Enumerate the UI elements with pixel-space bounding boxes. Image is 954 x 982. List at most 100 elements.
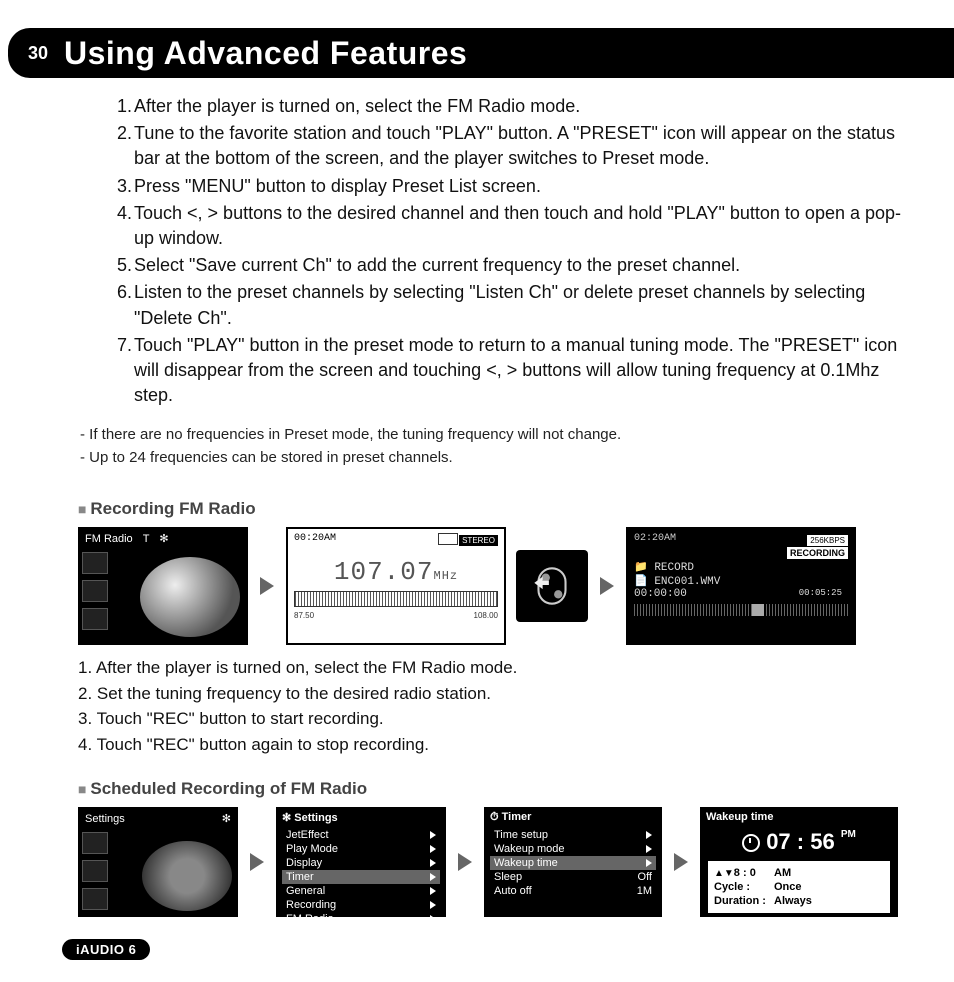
section-recording: Recording FM Radio FM Radio T ✻ 00:20AM [0, 499, 954, 917]
clock-time: 02:20AM [634, 533, 676, 544]
menu-item-label: Play Mode [286, 843, 338, 855]
rec-step-text: 3. Touch "REC" button to start recording… [78, 706, 906, 732]
rec-step-text: 4. Touch "REC" button again to stop reco… [78, 732, 906, 758]
recording-steps: 1. After the player is turned on, select… [78, 655, 906, 757]
satellite-dish-illustration [140, 557, 240, 637]
menu-header: Settings [294, 812, 337, 824]
wake-row-key: Duration : [714, 895, 774, 907]
page-number: 30 [18, 33, 58, 73]
chevron-right-icon [430, 859, 436, 867]
mic-icon [82, 832, 108, 854]
frequency-unit: MHz [434, 569, 459, 583]
wakeup-time-display: 07 : 56 PM [702, 825, 896, 859]
preset-step-text: Listen to the preset channels by selecti… [134, 280, 904, 330]
menu-item-label: Time setup [494, 829, 548, 841]
menu-item-label: Display [286, 857, 322, 869]
wake-row-val: AM [774, 867, 791, 879]
timer-icon: ⏱ [490, 811, 499, 823]
record-total: 00:05:25 [799, 588, 842, 598]
menu-item-label: Auto off [494, 885, 532, 897]
camera-icon [82, 580, 108, 602]
arrow-icon [674, 853, 688, 871]
notes: - If there are no frequencies in Preset … [70, 416, 904, 477]
screenshot-settings-home: Settings ✻ [78, 807, 238, 917]
record-elapsed: 00:00:00 [634, 588, 687, 600]
fm-radio-label: FM Radio [85, 533, 133, 545]
chevron-right-icon [430, 873, 436, 881]
headphone-icon [82, 608, 108, 630]
menu-item-value: Off [638, 871, 652, 883]
clock-icon [742, 834, 760, 852]
menu-item-value: 1M [637, 885, 652, 897]
text-icon: T [143, 533, 150, 545]
gear-icon: ✻ [159, 532, 168, 545]
scale-low: 87.50 [294, 611, 314, 620]
menu-header: Wakeup time [702, 809, 896, 825]
note-line: - Up to 24 frequencies can be stored in … [80, 447, 894, 470]
preset-steps: 1.After the player is turned on, select … [110, 94, 904, 408]
preset-step-text: Touch "PLAY" button in the preset mode t… [134, 333, 904, 409]
menu-item-label: Recording [286, 899, 336, 911]
screenshot-fm-tuning: 00:20AM STEREO 107.07MHz 87.50 108.00 [286, 527, 506, 645]
camera-icon [82, 860, 108, 882]
menu-item-label: JetEffect [286, 829, 329, 841]
preset-step-text: Press "MENU" button to display Preset Li… [134, 174, 904, 199]
chevron-right-icon [430, 831, 436, 839]
arrow-icon [260, 577, 274, 595]
gear-icon: ✻ [282, 812, 291, 824]
chevron-right-icon [646, 845, 652, 853]
scheduled-screenshots: Settings ✻ ✻ Settings JetEffect Play Mod… [78, 807, 906, 917]
section-title-recording: Recording FM Radio [78, 499, 906, 519]
menu-item-label: Sleep [494, 871, 522, 883]
arrow-icon [458, 853, 472, 871]
recording-screenshots: FM Radio T ✻ 00:20AM STEREO 107.07MHz [78, 527, 906, 645]
wake-row-val: Always [774, 895, 812, 907]
main-content: 1.After the player is turned on, select … [0, 78, 954, 477]
preset-step-text: After the player is turned on, select th… [134, 94, 904, 119]
page-title: Using Advanced Features [64, 35, 467, 72]
wake-row-key: 8 : 0 [734, 867, 756, 879]
preset-step-text: Touch <, > buttons to the desired channe… [134, 201, 904, 251]
record-progress [634, 604, 848, 616]
settings-label: Settings [85, 813, 125, 825]
wake-row-key: Cycle : [714, 881, 774, 893]
screenshot-timer-menu: ⏱ Timer Time setup Wakeup mode Wakeup ti… [484, 807, 662, 917]
menu-item-label: FM Radio [286, 913, 334, 925]
record-folder: 📁 RECORD [634, 560, 848, 574]
header-bar: 30 Using Advanced Features [8, 28, 954, 78]
menu-item-label: Wakeup time [494, 857, 558, 869]
screenshot-settings-menu: ✻ Settings JetEffect Play Mode Display T… [276, 807, 446, 917]
arrow-icon [600, 577, 614, 595]
stereo-badge: STEREO [459, 535, 498, 546]
scale-high: 108.00 [474, 611, 498, 620]
arrow-icon [250, 853, 264, 871]
section-title-scheduled: Scheduled Recording of FM Radio [78, 779, 906, 799]
gear-illustration [142, 841, 232, 911]
rec-step-text: 2. Set the tuning frequency to the desir… [78, 681, 906, 707]
frequency-value: 107.07 [334, 557, 434, 587]
preset-step-text: Select "Save current Ch" to add the curr… [134, 253, 904, 278]
touch-gesture-icon [516, 550, 588, 622]
rec-step-text: 1. After the player is turned on, select… [78, 655, 906, 681]
menu-item-label: Timer [286, 871, 314, 883]
screenshot-fm-home: FM Radio T ✻ [78, 527, 248, 645]
battery-icon [438, 533, 458, 545]
menu-item-label: General [286, 885, 325, 897]
menu-item-label: Wakeup mode [494, 843, 565, 855]
note-line: - If there are no frequencies in Preset … [80, 424, 894, 447]
wake-row-val: Once [774, 881, 802, 893]
chevron-right-icon [646, 859, 652, 867]
footer-product-name: iAUDIO 6 [62, 939, 150, 960]
chevron-right-icon [646, 831, 652, 839]
bitrate-badge: 256KBPS [807, 535, 848, 546]
wakeup-settings-box: ▲▼8 : 0AM Cycle :Once Duration :Always [708, 861, 890, 913]
menu-header: Timer [502, 811, 532, 823]
record-file: 📄 ENC001.WMV [634, 574, 848, 588]
screenshot-fm-recording: 02:20AM 256KBPS RECORDING 📁 RECORD 📄 ENC… [626, 527, 856, 645]
frequency-scale [294, 591, 498, 607]
headphone-icon [82, 888, 108, 910]
gear-icon: ✻ [222, 812, 231, 825]
chevron-right-icon [430, 915, 436, 923]
chevron-right-icon [430, 887, 436, 895]
preset-step-text: Tune to the favorite station and touch "… [134, 121, 904, 171]
